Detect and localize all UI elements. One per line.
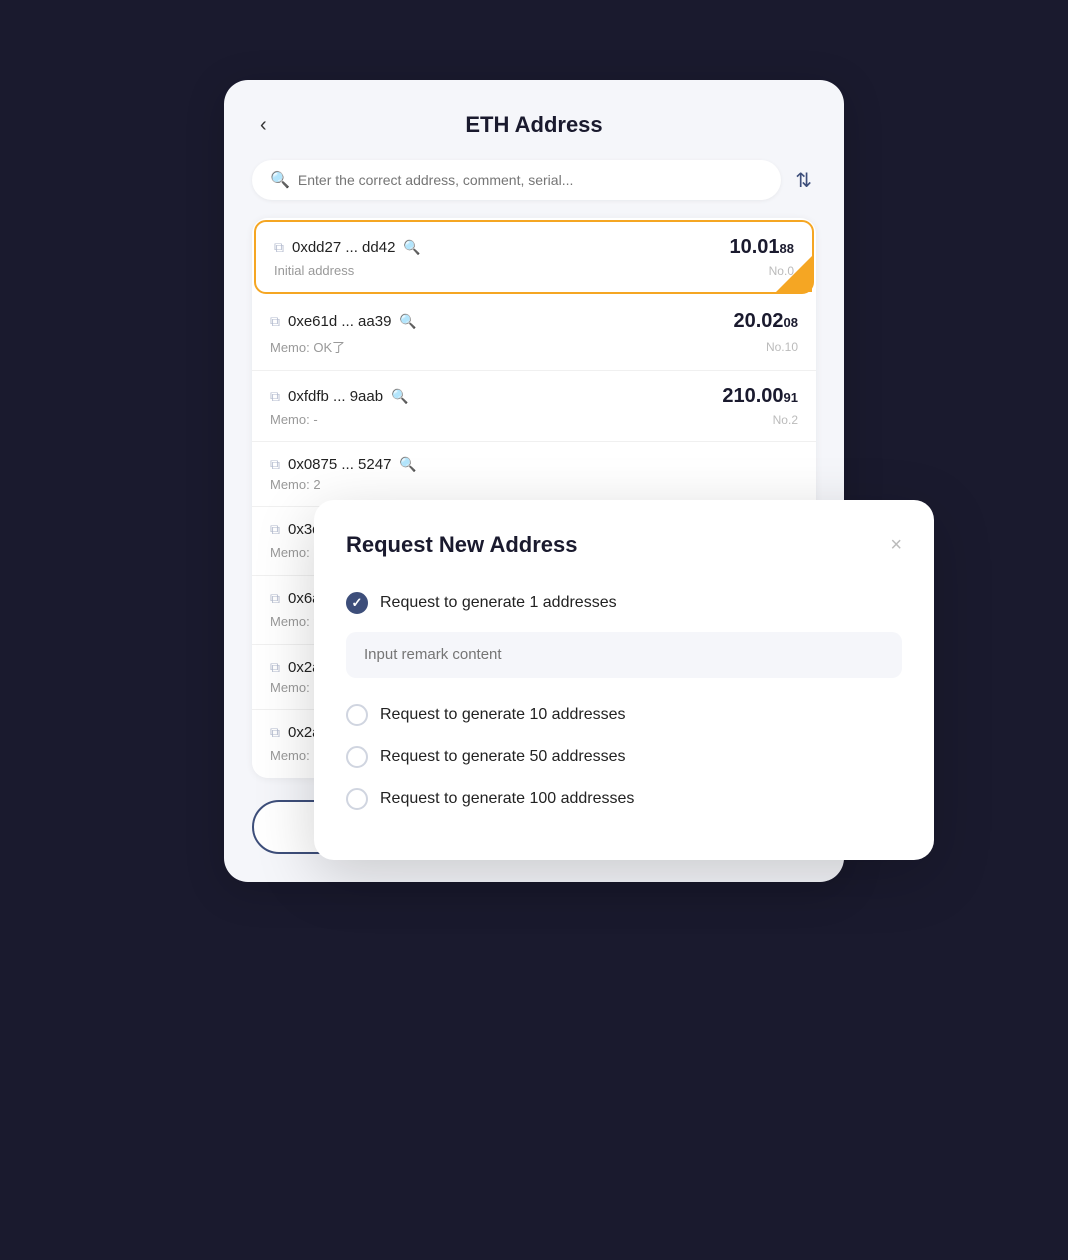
addr-memo: Initial address xyxy=(274,263,354,278)
copy-icon[interactable]: ⧉ xyxy=(270,590,280,607)
radio-check: ✓ xyxy=(352,595,363,611)
radio-label: Request to generate 10 addresses xyxy=(380,706,626,724)
copy-icon[interactable]: ⧉ xyxy=(274,239,284,256)
addr-no: No.10 xyxy=(766,340,798,354)
addr-bottom: Initial address No.0 xyxy=(274,263,794,278)
copy-icon[interactable]: ⧉ xyxy=(270,456,280,473)
modal-close-button[interactable]: × xyxy=(890,535,902,555)
radio-label: Request to generate 1 addresses xyxy=(380,594,617,612)
address-item[interactable]: ⧉ 0xfdfb ... 9aab 🔍 210.0091 Memo: - No.… xyxy=(252,371,816,442)
remark-input-box xyxy=(346,632,902,678)
radio-label: Request to generate 50 addresses xyxy=(380,748,626,766)
addr-amount-big: 10.01 xyxy=(729,236,779,259)
radio-circle xyxy=(346,704,368,726)
radio-option[interactable]: ✓ Request to generate 1 addresses xyxy=(346,582,902,624)
addr-bottom: Memo: - No.2 xyxy=(270,412,798,427)
addr-bottom: Memo: 2 xyxy=(270,477,798,492)
addr-amount-big: 210.00 xyxy=(722,385,783,408)
page-title: ETH Address xyxy=(465,112,602,138)
header: ‹ ETH Address xyxy=(252,112,816,138)
addr-top: ⧉ 0x0875 ... 5247 🔍 xyxy=(270,456,798,473)
addr-right: 20.0208 xyxy=(733,310,798,333)
back-button[interactable]: ‹ xyxy=(252,110,275,141)
main-container: ‹ ETH Address 🔍 ⇅ ⧉ 0xdd27 ... dd42 🔍 10… xyxy=(194,80,874,1180)
search-icon: 🔍 xyxy=(270,170,290,190)
filter-button[interactable]: ⇅ xyxy=(791,164,816,197)
address-item[interactable]: ⧉ 0xe61d ... aa39 🔍 20.0208 Memo: OK了 No… xyxy=(252,296,816,371)
modal-options: ✓ Request to generate 1 addresses Reques… xyxy=(346,582,902,820)
address-item[interactable]: ⧉ 0xdd27 ... dd42 🔍 10.0188 Initial addr… xyxy=(254,220,814,294)
selected-badge xyxy=(776,256,812,292)
copy-icon[interactable]: ⧉ xyxy=(270,521,280,538)
modal-title: Request New Address xyxy=(346,532,577,558)
addr-memo: Memo: - xyxy=(270,412,318,427)
copy-icon[interactable]: ⧉ xyxy=(270,659,280,676)
search-addr-icon[interactable]: 🔍 xyxy=(391,388,408,405)
radio-option[interactable]: Request to generate 100 addresses xyxy=(346,778,902,820)
remark-input[interactable] xyxy=(364,646,884,663)
addr-bottom: Memo: OK了 No.10 xyxy=(270,337,798,356)
addr-top: ⧉ 0xdd27 ... dd42 🔍 10.0188 xyxy=(274,236,794,259)
copy-icon[interactable]: ⧉ xyxy=(270,313,280,330)
search-box: 🔍 xyxy=(252,160,781,200)
addr-text: 0x0875 ... 5247 xyxy=(288,456,391,473)
addr-text: 0xe61d ... aa39 xyxy=(288,313,391,330)
search-addr-icon[interactable]: 🔍 xyxy=(399,456,416,473)
copy-icon[interactable]: ⧉ xyxy=(270,388,280,405)
addr-amount-big: 20.02 xyxy=(733,310,783,333)
addr-text: 0xfdfb ... 9aab xyxy=(288,388,383,405)
addr-right: 210.0091 xyxy=(722,385,798,408)
address-item[interactable]: ⧉ 0x0875 ... 5247 🔍 Memo: 2 xyxy=(252,442,816,507)
search-input[interactable] xyxy=(298,172,763,188)
addr-left: ⧉ 0x0875 ... 5247 🔍 xyxy=(270,456,417,473)
addr-amount-small: 88 xyxy=(780,241,794,256)
addr-left: ⧉ 0xe61d ... aa39 🔍 xyxy=(270,313,417,330)
addr-amount-small: 08 xyxy=(784,315,798,330)
request-new-address-modal: Request New Address × ✓ Request to gener… xyxy=(314,500,934,860)
addr-left: ⧉ 0xdd27 ... dd42 🔍 xyxy=(274,239,421,256)
addr-amount-small: 91 xyxy=(784,390,798,405)
radio-circle xyxy=(346,788,368,810)
radio-label: Request to generate 100 addresses xyxy=(380,790,634,808)
copy-icon[interactable]: ⧉ xyxy=(270,724,280,741)
addr-left: ⧉ 0xfdfb ... 9aab 🔍 xyxy=(270,388,409,405)
addr-memo: Memo: 2 xyxy=(270,477,321,492)
search-addr-icon[interactable]: 🔍 xyxy=(403,239,420,256)
search-addr-icon[interactable]: 🔍 xyxy=(399,313,416,330)
addr-text: 0xdd27 ... dd42 xyxy=(292,239,395,256)
radio-option[interactable]: Request to generate 50 addresses xyxy=(346,736,902,778)
search-row: 🔍 ⇅ xyxy=(252,160,816,200)
addr-top: ⧉ 0xfdfb ... 9aab 🔍 210.0091 xyxy=(270,385,798,408)
modal-header: Request New Address × xyxy=(346,532,902,558)
radio-circle xyxy=(346,746,368,768)
radio-circle: ✓ xyxy=(346,592,368,614)
addr-top: ⧉ 0xe61d ... aa39 🔍 20.0208 xyxy=(270,310,798,333)
radio-option[interactable]: Request to generate 10 addresses xyxy=(346,694,902,736)
addr-memo: Memo: OK了 xyxy=(270,337,345,356)
addr-no: No.2 xyxy=(773,413,798,427)
